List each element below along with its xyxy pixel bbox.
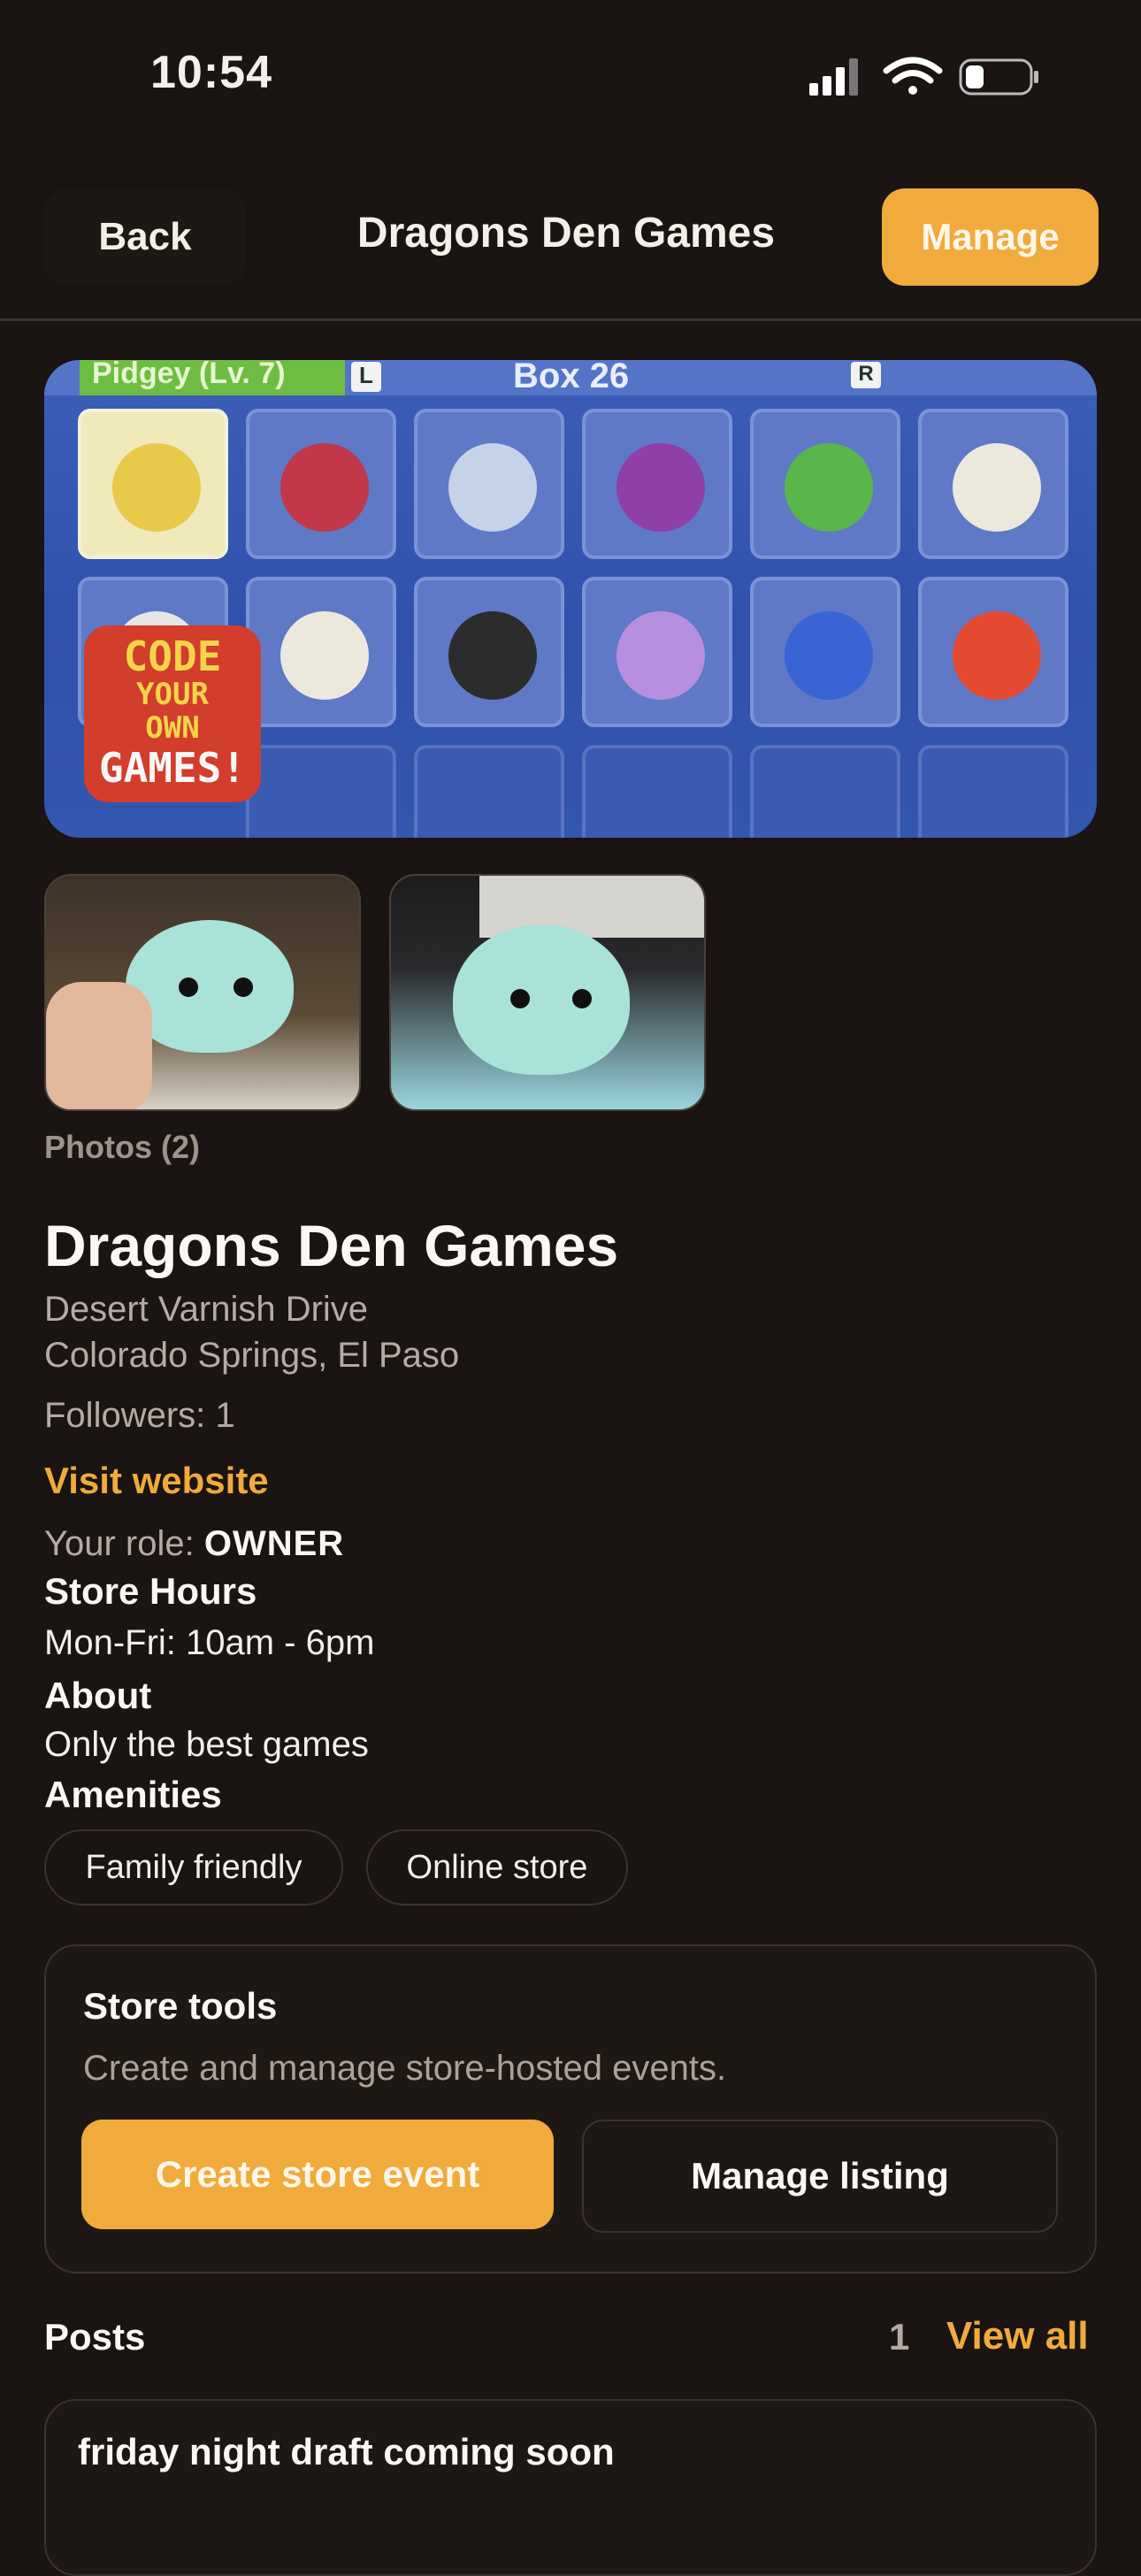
role-line: Your role: OWNER	[44, 1524, 344, 1564]
photo-cell	[414, 409, 564, 559]
store-tools-subtitle: Create and manage store-hosted events.	[83, 2049, 727, 2088]
hero-box-label: Box 26	[513, 360, 630, 395]
cover-line: OWN	[145, 710, 200, 746]
game-cover-image: CODE YOUR OWN GAMES!	[84, 625, 261, 802]
photo-cell	[246, 577, 396, 727]
photo-cell	[246, 409, 396, 559]
photo-thumbnail[interactable]	[44, 874, 361, 1111]
hand-shape	[46, 982, 152, 1109]
address-line-2: Colorado Springs, El Paso	[44, 1336, 460, 1375]
address-line-1: Desert Varnish Drive	[44, 1290, 369, 1329]
photo-cell	[750, 409, 900, 559]
header-divider	[0, 318, 1141, 321]
store-hours-text: Mon-Fri: 10am - 6pm	[44, 1623, 375, 1662]
visit-website-link[interactable]: Visit website	[44, 1460, 269, 1502]
photo-cell	[918, 409, 1068, 559]
hero-photo[interactable]: Pidgey (Lv. 7) L Box 26 R CODE YOUR OWN …	[44, 360, 1097, 838]
plush-whale-image	[453, 924, 630, 1075]
photo-cell	[246, 745, 396, 838]
photo-cell	[918, 577, 1068, 727]
photo-cell	[750, 745, 900, 838]
hero-right-key: R	[851, 362, 881, 388]
hero-overlay-tag: Pidgey (Lv. 7)	[80, 360, 345, 395]
posts-count: 1	[889, 2316, 910, 2358]
hero-left-key: L	[351, 362, 381, 392]
plush-eye	[179, 978, 198, 997]
store-hours-heading: Store Hours	[44, 1570, 257, 1612]
cover-line: GAMES!	[98, 744, 247, 792]
plush-eye	[234, 978, 253, 997]
role-prefix: Your role:	[44, 1524, 204, 1563]
view-all-posts-link[interactable]: View all	[946, 2314, 1089, 2358]
about-text: Only the best games	[44, 1725, 369, 1764]
store-name: Dragons Den Games	[44, 1213, 619, 1278]
status-icons	[809, 57, 1038, 96]
back-button[interactable]: Back	[44, 189, 246, 285]
amenity-chip: Family friendly	[44, 1829, 343, 1905]
photos-count-label: Photos (2)	[44, 1129, 200, 1165]
plush-eye	[510, 989, 530, 1008]
post-card[interactable]	[44, 2399, 1097, 2576]
about-heading: About	[44, 1675, 152, 1716]
photo-cell	[582, 745, 732, 838]
page-title: Dragons Den Games	[356, 210, 776, 257]
plush-eye	[572, 989, 592, 1008]
photo-cell	[414, 745, 564, 838]
create-store-event-button[interactable]: Create store event	[81, 2120, 554, 2229]
photo-cell	[414, 577, 564, 727]
posts-heading: Posts	[44, 2316, 146, 2358]
manage-listing-button[interactable]: Manage listing	[582, 2120, 1058, 2233]
wifi-icon	[883, 57, 943, 95]
photo-cell	[582, 577, 732, 727]
post-title: friday night draft coming soon	[78, 2431, 615, 2472]
cover-line: YOUR	[136, 677, 209, 712]
photo-cell	[78, 409, 228, 559]
photo-thumbnail[interactable]	[389, 874, 706, 1111]
battery-icon	[959, 58, 1038, 96]
store-tools-title: Store tools	[83, 1985, 278, 2027]
cover-line: CODE	[123, 632, 222, 680]
signal-icon	[809, 58, 858, 96]
photo-cell	[582, 409, 732, 559]
photo-cell	[918, 745, 1068, 838]
manage-button[interactable]: Manage	[882, 188, 1099, 286]
followers-count: Followers: 1	[44, 1396, 235, 1435]
amenity-chip: Online store	[366, 1829, 628, 1905]
role-value: OWNER	[203, 1524, 345, 1563]
amenities-heading: Amenities	[44, 1774, 222, 1815]
status-time: 10:54	[150, 47, 272, 98]
photo-cell	[750, 577, 900, 727]
